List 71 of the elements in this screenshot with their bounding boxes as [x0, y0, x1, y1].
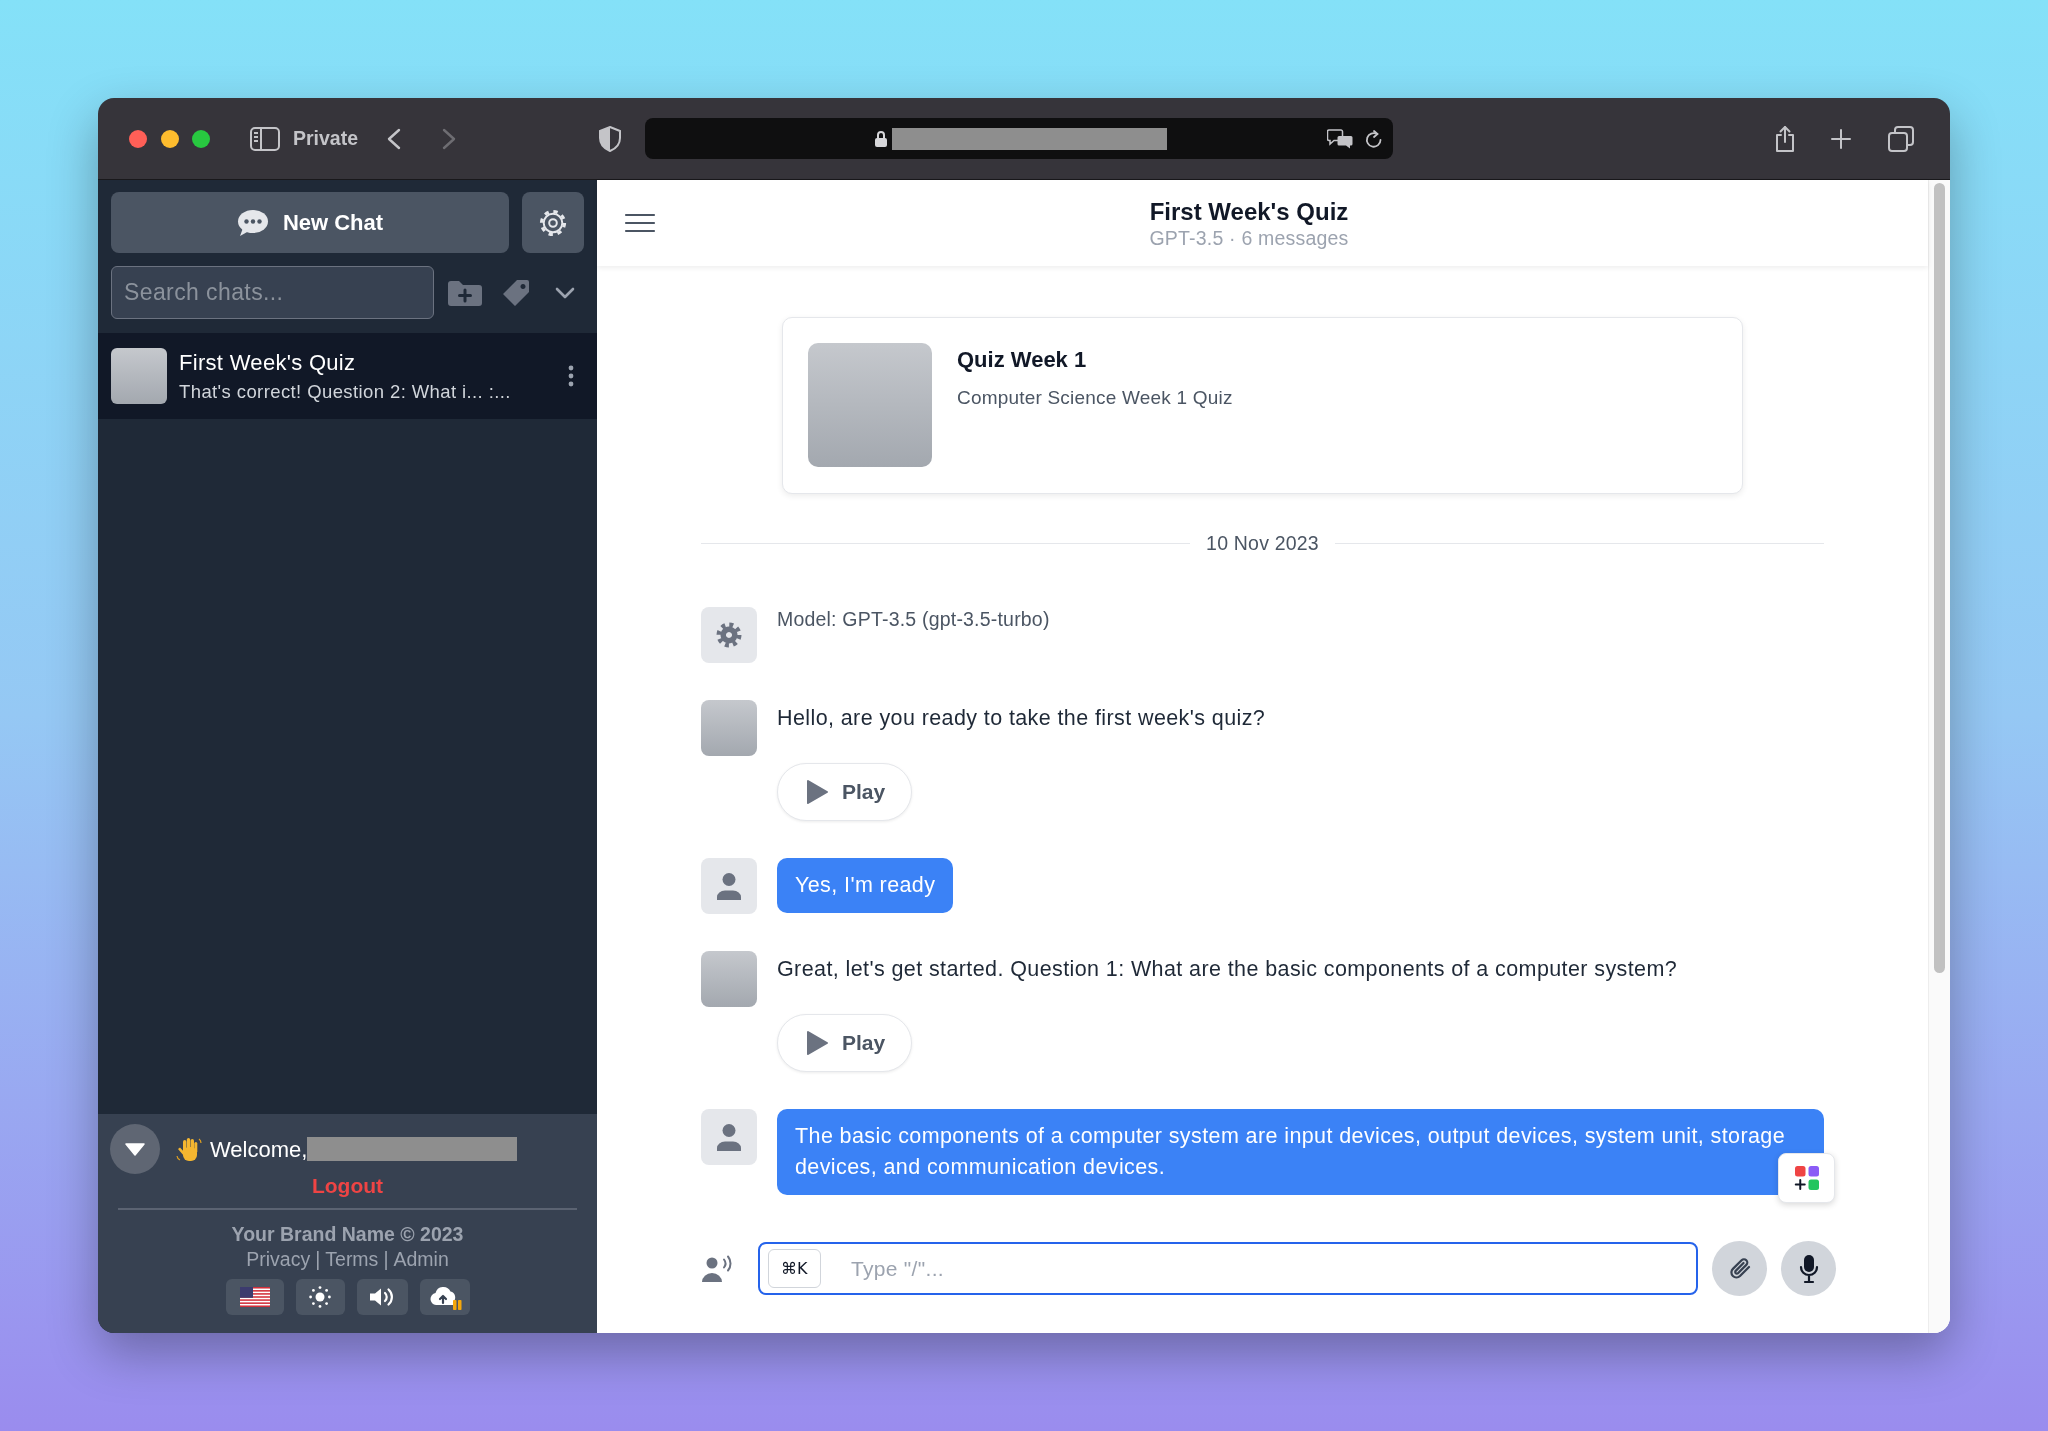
- footer-link[interactable]: Admin: [393, 1247, 449, 1271]
- brand-text: Your Brand Name © 2023: [231, 1222, 464, 1246]
- avatar-placeholder: [701, 700, 757, 756]
- maximize-button[interactable]: [192, 129, 210, 148]
- menu-icon[interactable]: [622, 212, 658, 234]
- settings-icon: [538, 207, 568, 238]
- shield-icon[interactable]: [599, 125, 622, 152]
- message-bubble: Yes, I'm ready: [777, 858, 954, 913]
- footer-link[interactable]: Terms: [325, 1247, 379, 1271]
- chat-item-title: First Week's Quiz: [179, 349, 357, 377]
- model-info-text: Model: GPT-3.5 (gpt-3.5-turbo): [777, 607, 1050, 631]
- sync-button[interactable]: [419, 1279, 470, 1315]
- sidebar-toggle-icon[interactable]: [250, 126, 280, 151]
- play-button[interactable]: Play: [777, 763, 913, 821]
- theme-button[interactable]: [295, 1279, 345, 1315]
- more-options-icon[interactable]: [568, 365, 574, 387]
- translate-icon[interactable]: [1327, 128, 1354, 149]
- gear-icon: [701, 607, 757, 663]
- link-separator: |: [383, 1247, 389, 1271]
- chat-title: First Week's Quiz: [1149, 196, 1349, 226]
- tag-icon[interactable]: [501, 277, 531, 308]
- account-menu-button[interactable]: [110, 1124, 160, 1174]
- shortcut-key: ⌘K: [768, 1249, 821, 1288]
- sun-icon: [309, 1286, 331, 1308]
- waving-hand-icon: [176, 1136, 202, 1162]
- minimize-button[interactable]: [161, 129, 179, 148]
- chat-subtitle: GPT-3.5 · 6 messages: [1149, 226, 1349, 250]
- chat-list-item[interactable]: First Week's Quiz That's correct! Question 2: What i... :...: [98, 333, 597, 419]
- bot-description: Computer Science Week 1 Quiz: [957, 386, 1233, 410]
- avatar-placeholder: [701, 951, 757, 1007]
- chevron-down-icon[interactable]: [555, 286, 575, 299]
- tabs-overview-icon[interactable]: [1888, 125, 1915, 152]
- attach-button[interactable]: [1712, 1241, 1767, 1296]
- language-button[interactable]: [225, 1279, 284, 1315]
- message-text: Great, let's get started. Question 1: What are the basic components of a computer system?: [777, 956, 1678, 983]
- bot-name: Quiz Week 1: [957, 346, 1088, 374]
- app-grid-icon[interactable]: [1778, 1153, 1835, 1203]
- search-field[interactable]: Search chats...: [111, 266, 434, 319]
- address-bar[interactable]: [645, 118, 1394, 159]
- back-icon[interactable]: [387, 127, 402, 150]
- caret-down-icon: [125, 1142, 145, 1156]
- new-tab-icon[interactable]: [1831, 128, 1852, 149]
- link-separator: |: [315, 1247, 321, 1271]
- chat-bubble-icon: [236, 208, 269, 237]
- new-chat-button[interactable]: New Chat: [111, 192, 509, 253]
- date-label: 10 Nov 2023: [1205, 533, 1320, 553]
- scrollbar-thumb[interactable]: [1934, 183, 1945, 973]
- reload-icon[interactable]: [1365, 128, 1384, 149]
- message-text: Hello, are you ready to take the first week's quiz?: [777, 705, 1266, 732]
- chat-item-preview: That's correct! Question 2: What i... :...: [179, 381, 511, 403]
- user-icon: [701, 1109, 757, 1165]
- message-bubble: The basic components of a computer system are input devices, output devices, system unit, storage devices, and communication devices.: [777, 1109, 1824, 1195]
- flag-icon: [239, 1287, 270, 1307]
- speaker-icon: [369, 1286, 395, 1308]
- paperclip-icon: [1727, 1255, 1752, 1282]
- footer-link[interactable]: Privacy: [246, 1247, 311, 1271]
- close-button[interactable]: [129, 129, 147, 148]
- play-icon: [805, 1030, 829, 1056]
- share-icon[interactable]: [1774, 124, 1797, 153]
- play-icon: [805, 779, 829, 805]
- avatar-placeholder: [111, 348, 167, 404]
- play-button[interactable]: Play: [777, 1014, 913, 1072]
- sound-button[interactable]: [356, 1279, 408, 1315]
- welcome-text: Welcome,: [210, 1135, 308, 1164]
- user-icon: [701, 858, 757, 914]
- microphone-icon: [1798, 1253, 1819, 1284]
- private-label: Private: [293, 125, 359, 151]
- lock-icon: [874, 129, 889, 148]
- forward-icon[interactable]: [442, 127, 457, 150]
- settings-button[interactable]: [522, 192, 584, 253]
- microphone-button[interactable]: [1781, 1241, 1836, 1296]
